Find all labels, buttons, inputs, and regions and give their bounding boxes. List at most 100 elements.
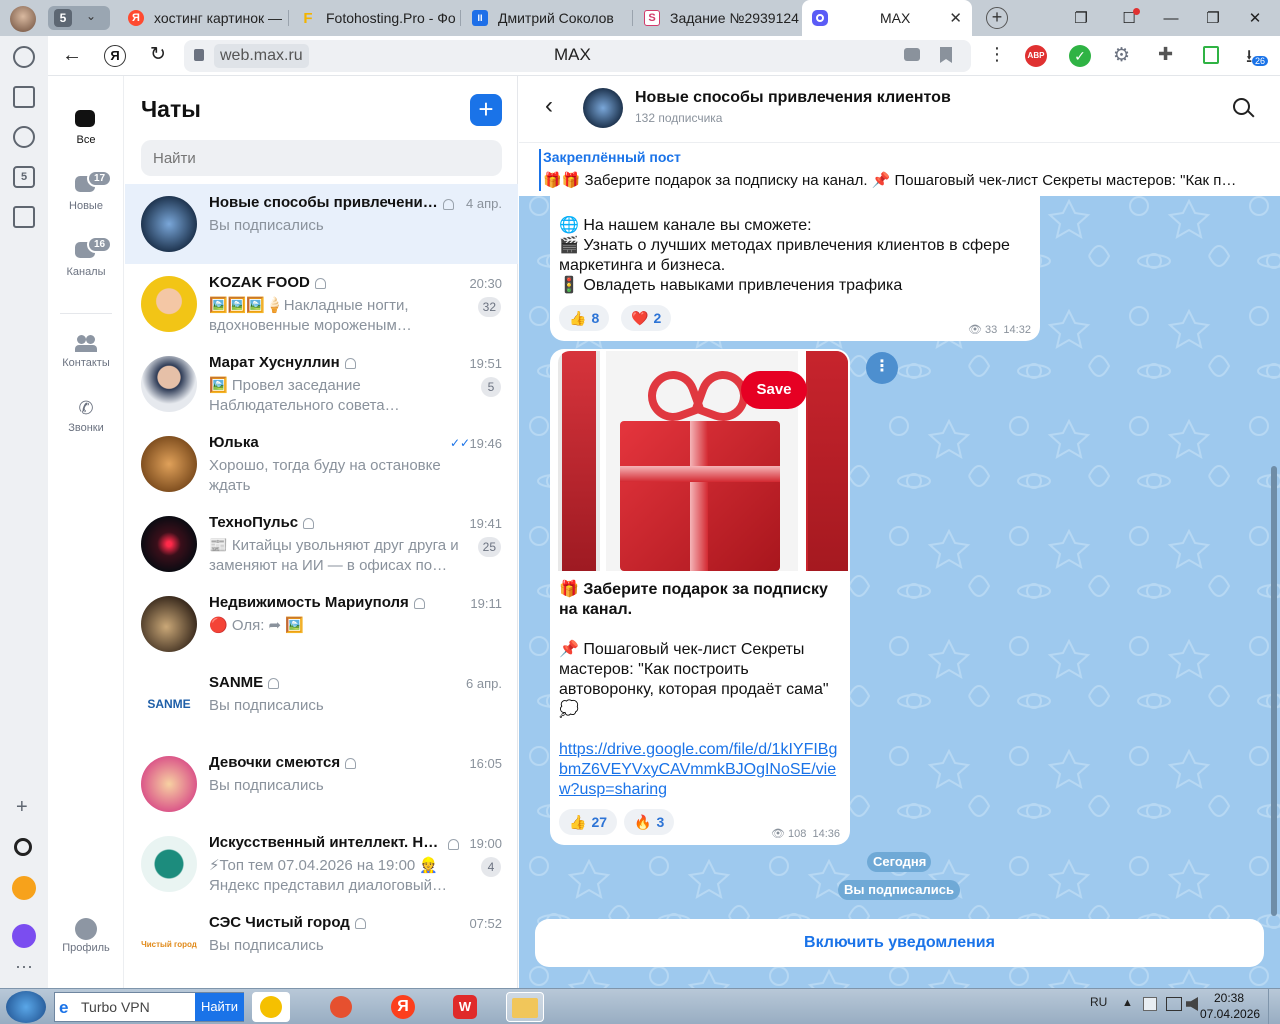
volume-icon[interactable] [1186, 997, 1198, 1011]
gift-image[interactable]: Save [558, 351, 848, 571]
start-button[interactable] [6, 991, 46, 1023]
reaction-like[interactable]: 👍 27 [559, 809, 618, 835]
minimize-icon[interactable]: — [1160, 8, 1182, 28]
search-input[interactable] [141, 140, 502, 176]
nav-item-channels[interactable]: 16 Каналы [48, 236, 124, 278]
add-panel-icon[interactable]: + [16, 796, 28, 819]
address-field[interactable]: web.max.ru MAX [184, 40, 971, 72]
browser-tab-active[interactable]: MAX ✕ [802, 0, 972, 36]
gear-extension-icon[interactable]: ⚙ [1113, 44, 1130, 67]
chat-item[interactable]: SANME SANME 6 апр. Вы подписались [125, 664, 518, 744]
browser-tab[interactable]: Я хостинг картинок — [118, 0, 288, 36]
chat-item[interactable]: Девочки смеются 16:05 Вы подписались [125, 744, 518, 824]
reload-icon[interactable]: ↻ [150, 43, 166, 66]
chat-name: Юлька [209, 434, 259, 451]
tray-arrow-icon[interactable]: ▲ [1122, 997, 1133, 1009]
tab-group-side-icon[interactable]: 5 [13, 166, 35, 188]
browser-tab[interactable]: II Дмитрий Соколов [462, 0, 630, 36]
reaction-heart[interactable]: ❤️ 2 [621, 305, 672, 331]
yandex-icon[interactable]: Я [384, 992, 422, 1022]
back-arrow-icon[interactable]: ← [62, 44, 82, 67]
yandex-browser-icon[interactable] [252, 992, 290, 1022]
chat-time: 19:46 [469, 436, 502, 451]
lock-icon[interactable] [194, 49, 204, 61]
nav-item-contacts[interactable]: Контакты [48, 333, 124, 369]
enable-notifications-button[interactable]: Включить уведомления [535, 919, 1264, 967]
max-favicon-icon [812, 10, 828, 26]
chat-time: 20:30 [469, 276, 502, 291]
nav-item-calls[interactable]: ✆ Звонки [48, 398, 124, 434]
assistant-icon[interactable] [12, 924, 36, 948]
nav-item-new[interactable]: 17 Новые [48, 170, 124, 212]
message-menu-icon[interactable]: ⋮ [866, 352, 898, 384]
network-icon[interactable] [1166, 997, 1182, 1011]
chat-item[interactable]: Чистый город СЭС Чистый город 07:52 Вы п… [125, 904, 518, 984]
tab-group-button[interactable]: 5 ⌄ [48, 6, 110, 30]
search-value: Turbo VPN [81, 999, 150, 1015]
reaction-like[interactable]: 👍 8 [559, 305, 610, 331]
flag-icon[interactable] [1143, 997, 1157, 1011]
taskbar-search[interactable]: e Turbo VPN Найти [54, 992, 244, 1022]
date-separator: Сегодня [867, 852, 931, 872]
chat-item[interactable]: Искусственный интеллект. Но… 19:00 ⚡Топ … [125, 824, 518, 904]
chat-name: Девочки смеются [209, 754, 357, 771]
notifications-icon[interactable]: ☐ [1118, 8, 1140, 28]
profile-avatar[interactable] [10, 6, 36, 32]
nav-item-profile[interactable]: Профиль [48, 918, 124, 954]
chat-item[interactable]: Юлька ✓✓ 19:46 Хорошо, тогда буду на ост… [125, 424, 518, 504]
chat-item[interactable]: Недвижимость Мариуполя 19:11 🔴 Оля: ➦ 🖼️ [125, 584, 518, 664]
channel-name[interactable]: Новые способы привлечения клиентов [635, 89, 951, 107]
tabs-list-icon[interactable]: ❐ [1070, 8, 1092, 28]
muted-icon [448, 839, 459, 850]
extensions-puzzle-icon[interactable]: ✚ [1158, 44, 1173, 65]
drive-link[interactable]: https://drive.google.com/file/d/1kIYFIBg… [559, 740, 844, 800]
channel-avatar[interactable] [583, 88, 623, 128]
screenshot-icon[interactable] [13, 206, 35, 228]
close-tab-icon[interactable]: ✕ [949, 9, 962, 27]
chat-item[interactable]: Новые способы привлечения… 4 апр. Вы под… [125, 184, 518, 264]
chat-item[interactable]: ТехноПульс 19:41 📰 Китайцы увольняют дру… [125, 504, 518, 584]
chat-pane: 🌐 На нашем канале вы сможете: 🎬 Узнать о… [519, 76, 1280, 988]
play-icon[interactable] [13, 126, 35, 148]
unread-badge: 32 [477, 297, 501, 317]
wps-office-icon[interactable]: W [446, 992, 484, 1022]
pinned-post[interactable]: Закреплённый пост 🎁🎁 Заберите подарок за… [519, 142, 1280, 196]
yandex-home-icon[interactable]: Я [104, 45, 126, 67]
scrollbar-thumb[interactable] [1271, 466, 1277, 916]
chat-bubble-icon[interactable] [904, 48, 920, 61]
new-chat-button[interactable]: + [470, 94, 502, 126]
pinned-text: 🎁🎁 Заберите подарок за подписку на канал… [543, 172, 1237, 189]
file-explorer-icon[interactable] [506, 992, 544, 1022]
mail-icon[interactable] [12, 876, 36, 900]
more-icon[interactable]: ··· [15, 956, 33, 977]
alice-icon[interactable] [14, 838, 32, 856]
save-button[interactable]: Save [741, 371, 807, 409]
nav-item-all[interactable]: Все [48, 110, 124, 146]
chat-time: 07:52 [469, 916, 502, 931]
adblock-icon[interactable]: ABP [1025, 45, 1047, 67]
reaction-fire[interactable]: 🔥 3 [624, 809, 675, 835]
translate-extension-icon[interactable] [1203, 46, 1219, 64]
collections-icon[interactable] [13, 86, 35, 108]
chat-preview: Вы подписались [209, 777, 324, 794]
language-indicator[interactable]: RU [1090, 995, 1107, 1009]
chat-item[interactable]: KOZAK FOOD 20:30 🖼️🖼️🖼️🍦Накладные ногти,… [125, 264, 518, 344]
message-line: 🌐 На нашем канале вы сможете: [559, 217, 812, 234]
chat-item[interactable]: Марат Хуснуллин 19:51 🖼️ Провел заседани… [125, 344, 518, 424]
parrot-app-icon[interactable] [322, 992, 360, 1022]
back-icon[interactable]: ‹ [545, 94, 553, 118]
chat-preview: Вы подписались [209, 217, 324, 234]
history-icon[interactable] [13, 46, 35, 68]
bookmark-icon[interactable] [940, 47, 952, 63]
channels-icon: 16 [75, 236, 113, 262]
show-desktop-button[interactable] [1268, 989, 1280, 1024]
restore-icon[interactable]: ❐ [1202, 8, 1224, 28]
menu-dots-icon[interactable]: ⋮ [988, 44, 1006, 65]
browser-tab[interactable]: S Задание №2939124 - [634, 0, 802, 36]
check-extension-icon[interactable]: ✓ [1069, 45, 1091, 67]
browser-tab[interactable]: F Fotohosting.Pro - Фо [290, 0, 458, 36]
close-window-icon[interactable]: ✕ [1244, 8, 1266, 28]
search-button[interactable]: Найти [195, 993, 244, 1021]
chat-list-panel: Чаты + Новые способы привлечения… 4 апр.… [125, 76, 518, 988]
new-tab-icon[interactable]: + [986, 7, 1008, 29]
